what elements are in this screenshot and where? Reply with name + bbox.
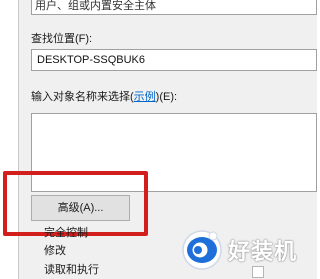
location-label: 查找位置(F): — [31, 33, 93, 45]
permission-full-control: 完全控制 — [44, 227, 88, 239]
watermark-logo-icon — [182, 230, 222, 270]
location-field: DESKTOP-SSQBUK6 — [31, 49, 317, 71]
location-value: DESKTOP-SSQBUK6 — [37, 54, 145, 66]
names-label-prefix: 输入对象名称来选择( — [31, 91, 134, 103]
names-label: 输入对象名称来选择(示例)(E): — [31, 91, 177, 104]
names-label-suffix: )(E): — [155, 91, 178, 103]
permission-read-execute: 读取和执行 — [44, 264, 99, 276]
object-types-value: 用户、组或内置安全主体 — [35, 0, 156, 12]
watermark: 好装机 — [180, 224, 316, 274]
watermark-text: 好装机 — [228, 240, 298, 265]
examples-link[interactable]: 示例 — [134, 91, 156, 103]
object-types-field: 用户、组或内置安全主体 — [31, 0, 317, 15]
permission-modify: 修改 — [44, 245, 66, 257]
